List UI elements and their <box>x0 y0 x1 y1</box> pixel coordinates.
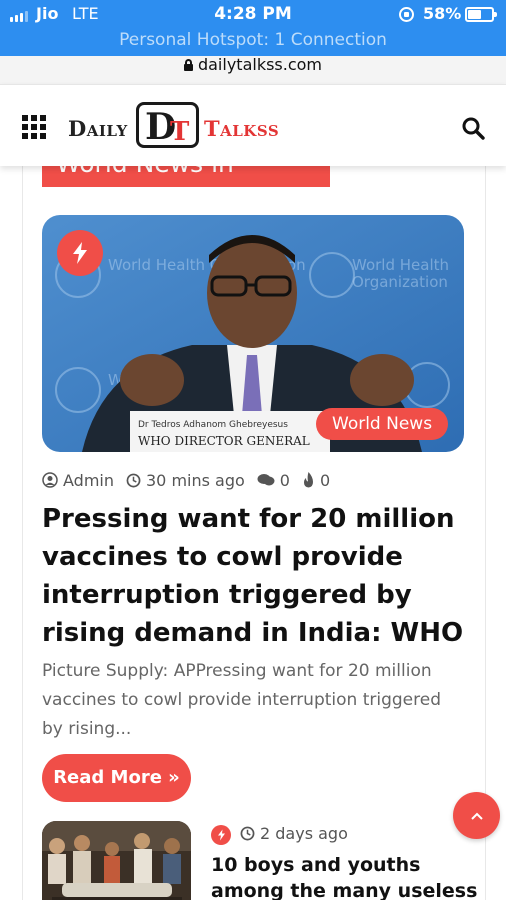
battery-percent: 58% <box>423 4 462 23</box>
category-badge[interactable]: World News <box>316 408 449 440</box>
svg-text:WHO DIRECTOR GENERAL: WHO DIRECTOR GENERAL <box>138 434 310 448</box>
second-post-title[interactable]: 10 boys and youths among the many useles… <box>211 852 481 900</box>
date-meta: 30 mins ago <box>126 471 245 490</box>
site-header: Daily D T Talkss <box>0 84 506 166</box>
lightning-icon <box>73 242 87 264</box>
author-meta[interactable]: Admin <box>42 471 114 490</box>
search-icon[interactable] <box>461 116 485 140</box>
svg-text:Dr Tedros Adhanom Ghebreyesus: Dr Tedros Adhanom Ghebreyesus <box>138 420 288 430</box>
comments-meta[interactable]: 0 <box>257 471 290 490</box>
site-logo[interactable]: Daily D T Talkss <box>68 102 288 150</box>
trending-bolt-badge <box>57 230 103 276</box>
second-post-date: 2 days ago <box>240 824 348 843</box>
svg-text:World Health: World Health <box>352 256 449 274</box>
read-more-button[interactable]: Read More » <box>42 754 191 802</box>
post-title[interactable]: Pressing want for 20 million vaccines to… <box>42 500 482 652</box>
svg-text:Organization: Organization <box>352 273 448 291</box>
second-post-thumbnail[interactable] <box>42 821 191 900</box>
post-excerpt: Picture Supply: APPressing want for 20 m… <box>42 661 442 739</box>
url-text: dailytalkss.com <box>197 55 323 74</box>
post-meta: Admin 30 mins ago 0 0 <box>42 470 342 490</box>
lightning-icon <box>217 829 225 841</box>
battery-icon <box>465 7 497 22</box>
status-bar: Jio LTE 4:28 PM 58% Personal Hotspot: 1 … <box>0 0 506 56</box>
fire-icon <box>303 472 313 488</box>
hotspot-banner[interactable]: Personal Hotspot: 1 Connection <box>0 30 506 50</box>
logo-monogram: D T <box>136 102 199 148</box>
clock-icon <box>240 826 255 841</box>
lock-icon <box>183 59 193 71</box>
user-icon <box>42 472 58 488</box>
clock-icon <box>126 473 141 487</box>
back-to-top-button[interactable] <box>453 792 500 839</box>
orientation-lock-icon <box>399 7 414 22</box>
chevron-up-icon <box>470 812 483 820</box>
address-bar[interactable]: dailytalkss.com <box>0 56 506 84</box>
comments-icon <box>257 474 275 486</box>
trending-bolt-badge-small <box>211 825 231 845</box>
logo-word-daily: Daily <box>68 116 128 141</box>
grid-menu-icon[interactable] <box>22 115 46 139</box>
news-photo <box>42 821 191 900</box>
views-meta: 0 <box>302 471 330 490</box>
logo-word-talkss: Talkss <box>204 116 280 141</box>
